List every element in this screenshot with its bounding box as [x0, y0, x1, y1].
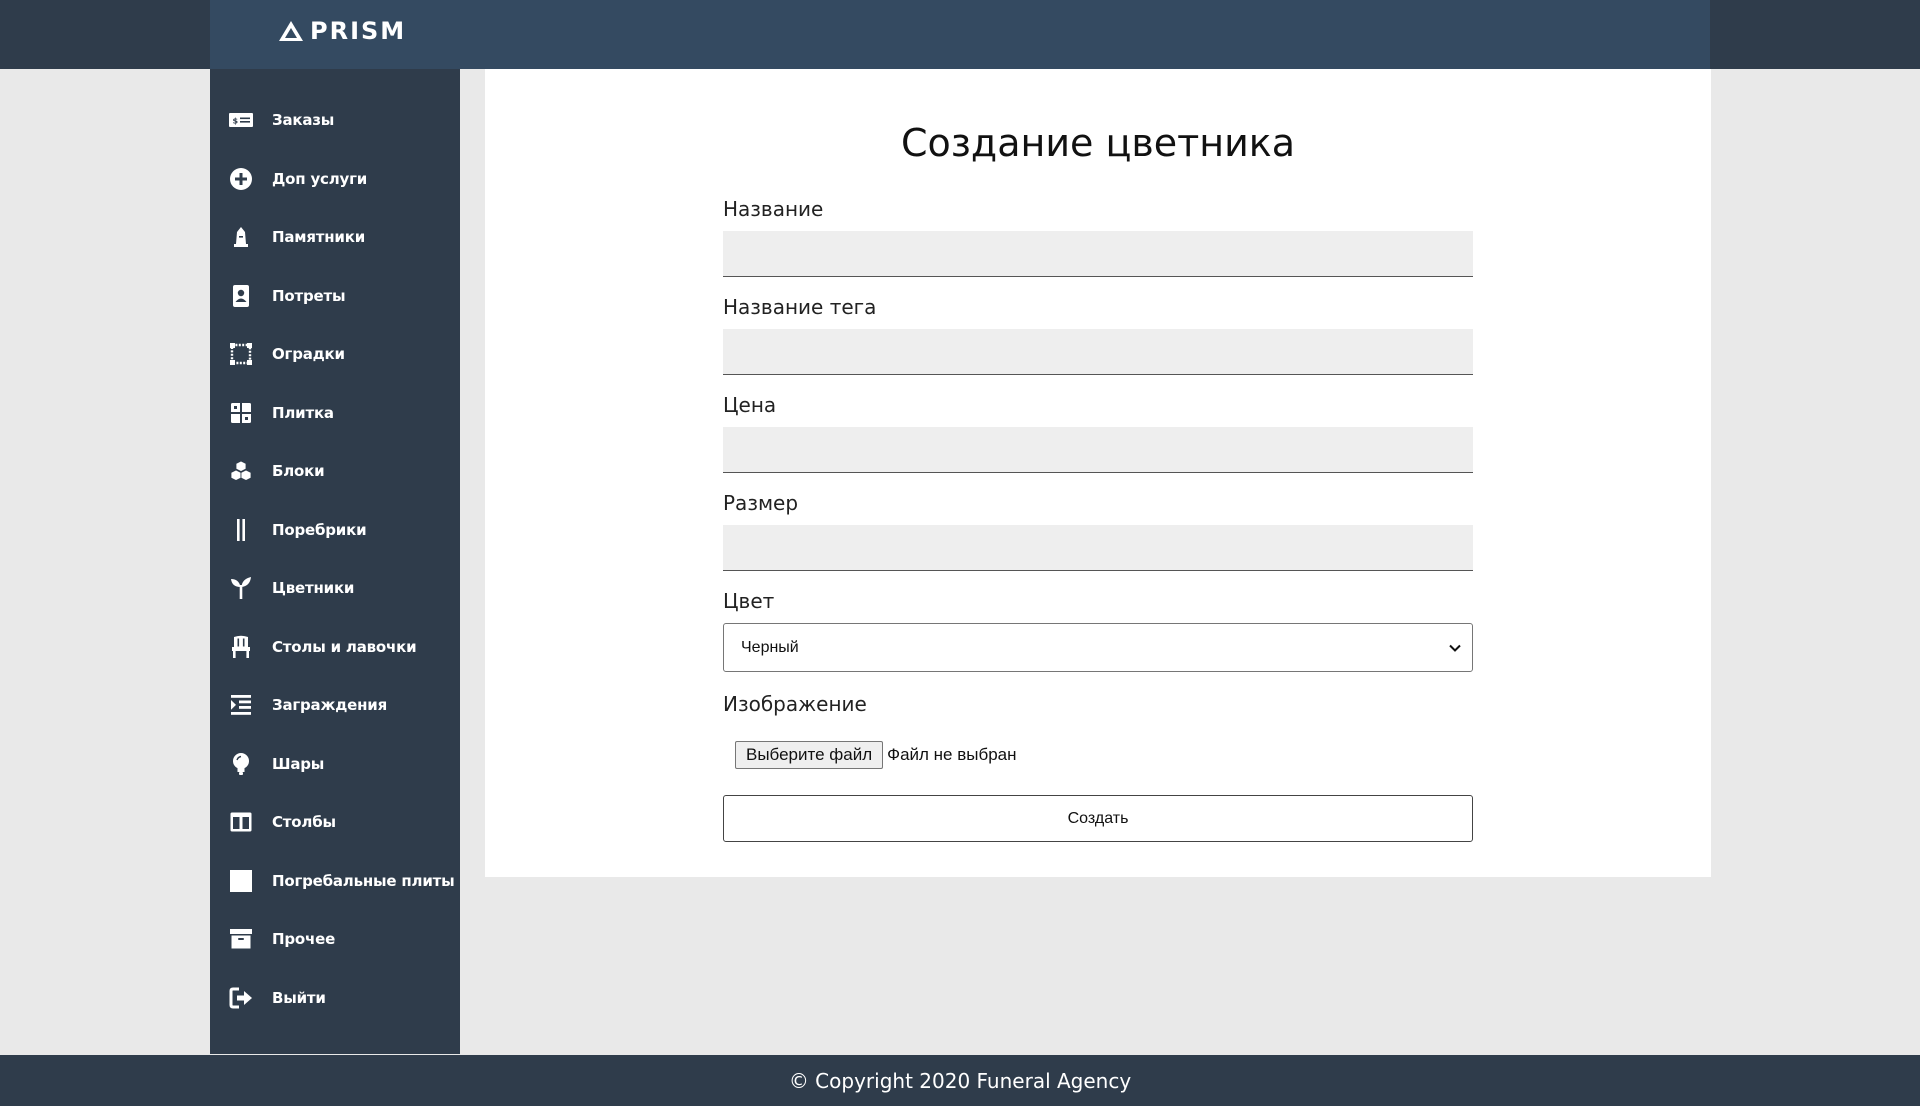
sidebar-item-burial-slabs[interactable]: Погребальные плиты [210, 852, 460, 911]
cubes-icon [228, 458, 254, 484]
sidebar-item-fences[interactable]: Оградки [210, 325, 460, 384]
logo-triangle-icon [279, 21, 303, 41]
sidebar-item-pillars[interactable]: Столбы [210, 793, 460, 852]
monument-icon [228, 224, 254, 250]
size-label: Размер [723, 491, 799, 515]
money-bill-icon: $ [228, 107, 254, 133]
sidebar-item-label: Выйти [272, 988, 326, 1007]
main-panel: Создание цветника Название Название тега… [485, 69, 1711, 877]
sidebar-item-barriers[interactable]: Заграждения [210, 676, 460, 735]
sidebar-item-label: Памятники [272, 228, 366, 247]
sidebar-item-label: Доп услуги [272, 169, 368, 188]
sidebar-item-orders[interactable]: $ Заказы [210, 91, 460, 150]
sidebar-item-blocks[interactable]: Блоки [210, 442, 460, 501]
vector-square-icon [228, 341, 254, 367]
sidebar-item-label: Заграждения [272, 696, 387, 715]
create-button[interactable]: Создать [723, 795, 1473, 842]
file-status-text: Файл не выбран [887, 745, 1017, 764]
sidebar-item-label: Плитка [272, 403, 334, 422]
archive-icon [228, 926, 254, 952]
create-flowerbed-form: Название Название тега Цена Размер Цвет … [723, 195, 1473, 842]
sidebar-item-label: Оградки [272, 345, 345, 364]
sidebar-item-other[interactable]: Прочее [210, 910, 460, 969]
sidebar-item-tiles[interactable]: Плитка [210, 384, 460, 443]
footer: © Copyright 2020 Funeral Agency [0, 1055, 1920, 1106]
name-label: Название [723, 197, 824, 221]
columns-icon [228, 809, 254, 835]
price-input[interactable] [723, 427, 1473, 473]
chair-icon [228, 634, 254, 660]
logo[interactable]: PRISM [278, 14, 406, 48]
price-label: Цена [723, 393, 777, 417]
page-title: Создание цветника [900, 121, 1296, 165]
plus-circle-icon [228, 166, 254, 192]
sidebar-item-flowerbeds[interactable]: Цветники [210, 559, 460, 618]
sidebar-menu: $ Заказы Доп услуги Памятники Потреты Ог… [210, 91, 460, 1027]
size-input[interactable] [723, 525, 1473, 571]
sidebar-item-label: Столбы [272, 813, 336, 832]
seedling-icon [228, 575, 254, 601]
lightbulb-icon [228, 751, 254, 777]
sidebar-item-balls[interactable]: Шары [210, 735, 460, 794]
chevron-down-icon [1449, 644, 1461, 652]
sidebar-item-label: Погребальные плиты [272, 871, 455, 890]
sidebar-item-label: Потреты [272, 286, 346, 305]
choose-file-button[interactable]: Выберите файл [735, 741, 884, 769]
sidebar-item-monuments[interactable]: Памятники [210, 208, 460, 267]
image-label: Изображение [723, 692, 867, 716]
top-header: PRISM [0, 0, 1920, 69]
sidebar-item-tables-benches[interactable]: Столы и лавочки [210, 618, 460, 677]
sidebar: $ Заказы Доп услуги Памятники Потреты Ог… [210, 69, 460, 1054]
svg-text:$: $ [233, 117, 239, 126]
list-indent-icon [228, 692, 254, 718]
color-label: Цвет [723, 589, 775, 613]
sidebar-item-logout[interactable]: Выйти [210, 969, 460, 1028]
header-bar: PRISM [210, 0, 1710, 69]
sidebar-item-label: Поребрики [272, 520, 367, 539]
th-large-icon [228, 400, 254, 426]
tag-name-label: Название тега [723, 295, 877, 319]
sign-out-icon [228, 985, 254, 1011]
sidebar-item-label: Столы и лавочки [272, 637, 417, 656]
sidebar-item-label: Шары [272, 754, 325, 773]
color-select[interactable]: Черный [723, 623, 1473, 672]
copyright-text: © Copyright 2020 Funeral Agency [788, 1068, 1132, 1093]
sidebar-item-curbs[interactable]: Поребрики [210, 501, 460, 560]
sidebar-item-label: Блоки [272, 462, 325, 481]
tag-name-input[interactable] [723, 329, 1473, 375]
sidebar-item-label: Прочее [272, 930, 336, 949]
sidebar-item-extra-services[interactable]: Доп услуги [210, 150, 460, 209]
sidebar-item-label: Цветники [272, 579, 355, 598]
sidebar-item-portraits[interactable]: Потреты [210, 267, 460, 326]
grip-lines-vertical-icon [228, 517, 254, 543]
name-input[interactable] [723, 231, 1473, 277]
color-select-value: Черный [741, 638, 799, 656]
file-input: Выберите файл Файл не выбран [735, 740, 1473, 770]
logo-text: PRISM [310, 17, 407, 45]
portrait-icon [228, 283, 254, 309]
sidebar-item-label: Заказы [272, 111, 335, 130]
square-icon [228, 868, 254, 894]
